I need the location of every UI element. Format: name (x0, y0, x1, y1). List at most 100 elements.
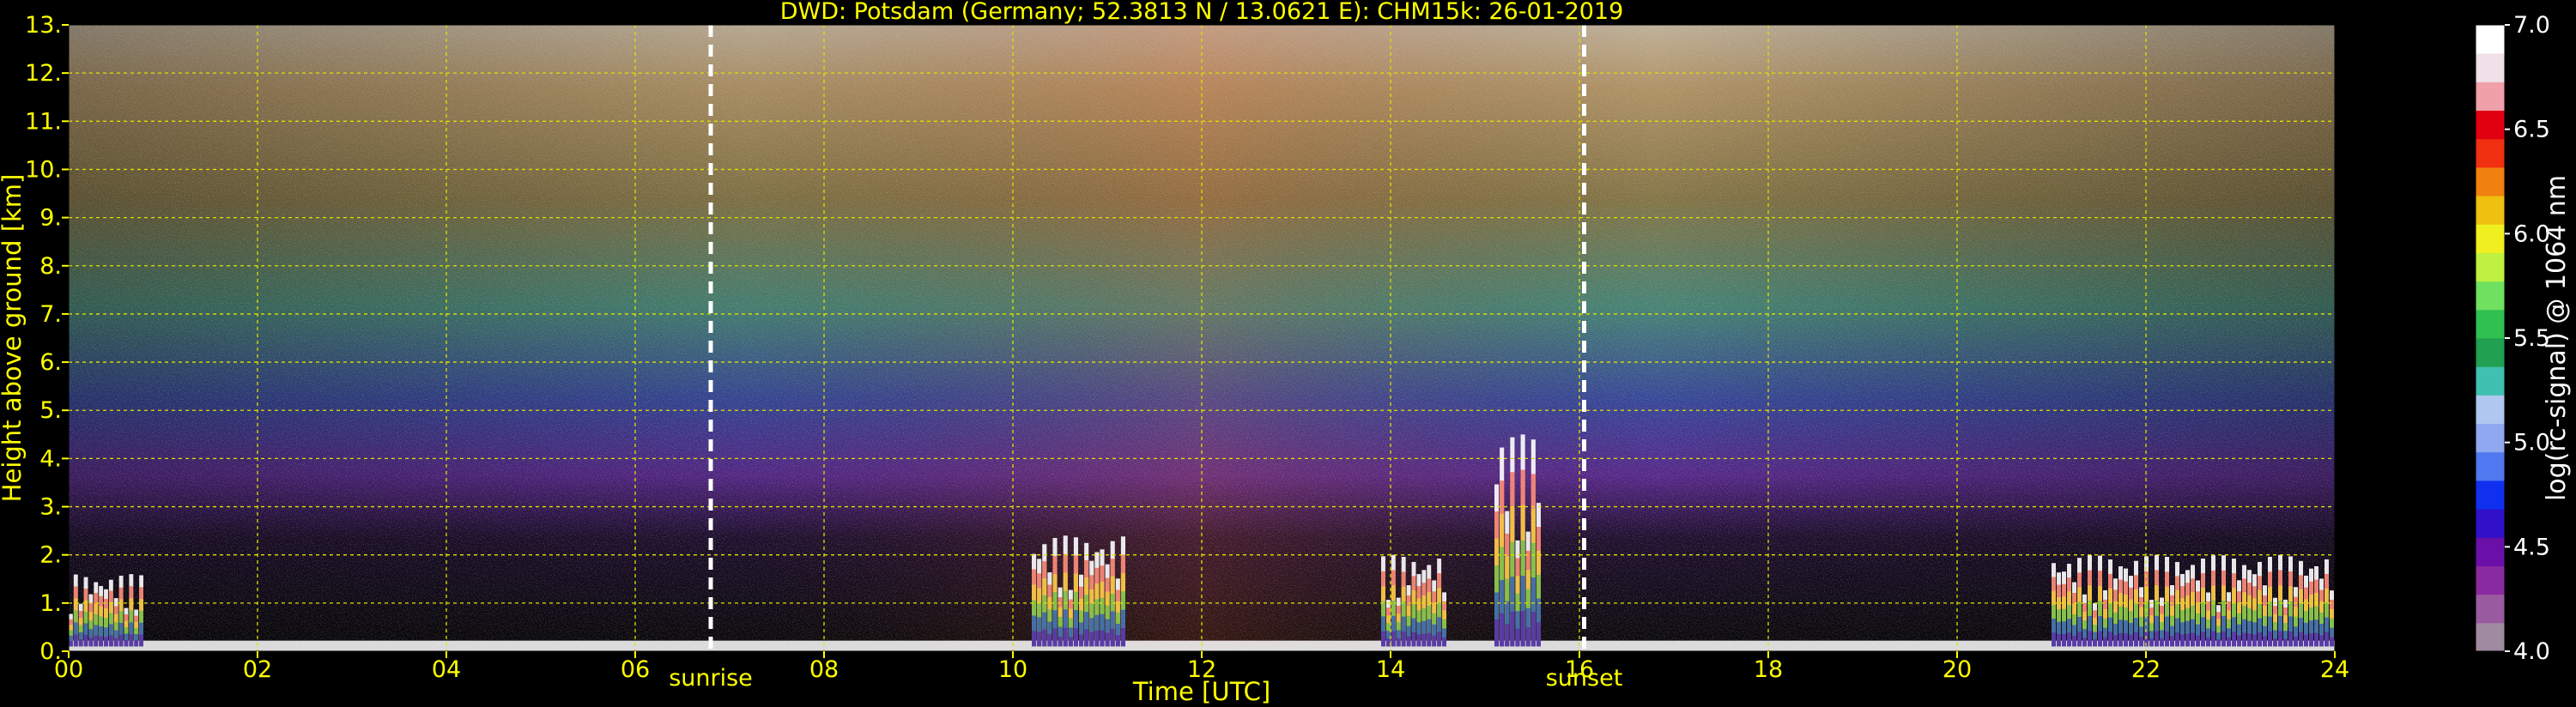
cloud-column (2093, 638, 2097, 647)
cloud-column (2082, 638, 2087, 647)
cloud-column (2155, 631, 2159, 647)
colorbar-swatch (2476, 25, 2505, 54)
cloud-column (2052, 632, 2056, 647)
sun-marker-label: sunset (1546, 665, 1623, 692)
y-axis: 0.1.2.3.4.5.6.7.8.9.10.11.12.13. (25, 12, 69, 665)
x-tick-label: 10 (998, 656, 1027, 683)
cloud-column (1073, 628, 1078, 647)
chart: DWD: Potsdam (Germany; 52.3813 N / 13.06… (0, 0, 2572, 706)
cloud-column (1416, 634, 1421, 647)
cloud-column (2232, 631, 2236, 647)
cloud-column (1110, 628, 1115, 647)
x-axis-label: Time [UTC] (1132, 677, 1270, 706)
colorbar-swatch (2476, 480, 2505, 510)
cloud-column (1427, 632, 1432, 647)
cloud-column (2191, 632, 2195, 647)
cloud-column (1500, 613, 1505, 647)
cloud-column (1510, 611, 1515, 647)
cloud-column (113, 638, 118, 647)
y-tick-label: 10. (25, 156, 62, 183)
cloud-column (1068, 637, 1073, 647)
y-tick-label: 4. (39, 445, 62, 472)
x-tick-label: 04 (432, 656, 461, 683)
cloud-column (1120, 628, 1125, 647)
cloud-column (2149, 638, 2154, 647)
cloud-column (2196, 635, 2200, 647)
cloud-column (73, 634, 78, 647)
x-tick-label: 06 (621, 656, 650, 683)
cloud-column (1525, 627, 1530, 647)
x-tick-label: 00 (54, 656, 83, 683)
cloud-column (1089, 631, 1094, 647)
cloud-column (1115, 635, 1120, 647)
colorbar-swatch (2476, 110, 2505, 140)
cloud-column (2324, 631, 2329, 647)
cloud-column (1505, 624, 1510, 647)
cloud-column (83, 634, 88, 647)
colorbar-swatch (2476, 622, 2505, 652)
cloud-column (2309, 633, 2313, 647)
colorbar-swatch (2476, 594, 2505, 624)
cloud-column (2072, 635, 2076, 647)
y-tick-label: 2. (39, 542, 62, 569)
cloud-column (2180, 634, 2185, 647)
colorbar: 4.04.55.05.56.06.57.0 log(rc-signal) @ 1… (2475, 12, 2572, 665)
colorbar-swatch (2476, 395, 2505, 425)
cloud-column (2201, 631, 2205, 647)
cloud-column (2227, 637, 2231, 647)
cloud-column (2247, 633, 2252, 647)
colorbar-tick-label: 7.0 (2513, 12, 2550, 39)
colorbar-label: log(rc-signal) @ 1064 nm (2542, 175, 2572, 501)
colorbar-tick-label: 4.0 (2513, 638, 2550, 665)
cloud-column (1530, 612, 1536, 647)
cloud-column (2134, 631, 2138, 647)
cloud-column (2170, 636, 2174, 647)
cloud-column (1037, 631, 1042, 647)
cloud-column (2221, 631, 2226, 647)
cloud-column (1396, 638, 1401, 647)
y-tick-label: 3. (39, 494, 62, 521)
cloud-column (2299, 631, 2303, 647)
cloud-column (2062, 633, 2066, 647)
sun-marker-label: sunrise (669, 665, 753, 692)
cloud-column (1047, 634, 1052, 647)
plot-area (68, 24, 2336, 652)
cloud-column (2103, 637, 2107, 647)
cloud-column (69, 641, 73, 647)
cloud-column (1432, 635, 1437, 647)
cloud-column (1411, 631, 1416, 647)
cloud-column (2278, 631, 2282, 647)
x-tick-label: 20 (1943, 656, 1972, 683)
cloud-column (94, 635, 99, 647)
cloud-column (2129, 634, 2133, 647)
cloud-column (1391, 631, 1396, 647)
x-tick-label: 24 (2320, 656, 2349, 683)
cloud-column (1084, 629, 1089, 647)
cloud-column (1100, 630, 1105, 647)
colorbar-swatch (2476, 196, 2505, 225)
cloud-column (2304, 634, 2308, 647)
cloud-column (108, 635, 113, 647)
cloud-column (1401, 631, 1406, 647)
x-tick-label: 14 (1376, 656, 1405, 683)
cloud-column (1442, 637, 1446, 647)
cloud-column (139, 634, 143, 647)
cloud-column (1494, 619, 1500, 647)
cloud-column (2237, 635, 2241, 647)
cloud-column (2165, 631, 2169, 647)
cloud-column (134, 640, 139, 647)
cloud-column (2108, 631, 2112, 647)
cloud-column (1421, 633, 1427, 647)
cloud-column (118, 634, 124, 647)
cloud-column (2319, 635, 2324, 647)
y-tick-label: 12. (25, 60, 62, 87)
y-tick-label: 9. (39, 205, 62, 232)
x-tick-label: 18 (1754, 656, 1783, 683)
colorbar-swatch (2476, 53, 2505, 82)
colorbar-tick-label: 4.5 (2513, 534, 2550, 560)
cloud-column (2314, 632, 2318, 647)
cloud-column (2118, 632, 2123, 647)
cloud-column (1058, 636, 1063, 647)
colorbar-swatch (2476, 338, 2505, 367)
y-tick-label: 13. (25, 12, 62, 39)
